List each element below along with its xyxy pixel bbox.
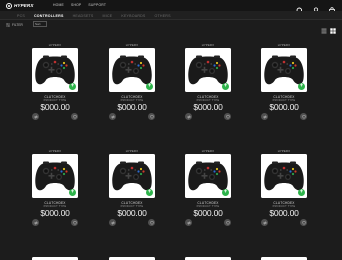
wishlist-button[interactable] (224, 113, 231, 120)
compare-button[interactable] (261, 113, 268, 120)
compare-icon (110, 114, 115, 119)
compare-icon (33, 220, 38, 225)
product-image[interactable]: + (32, 48, 78, 92)
tab-mice[interactable]: MICE (103, 14, 113, 18)
wishlist-button[interactable] (71, 113, 78, 120)
nav-item-support[interactable]: SUPPORT (88, 3, 106, 7)
brand-name: HYPERX (14, 3, 34, 8)
cart-icon[interactable] (328, 2, 336, 15)
tab-keyboards[interactable]: KEYBOARDS (121, 14, 145, 18)
product-price: $000.00 (193, 208, 223, 218)
filter-icon (6, 23, 10, 26)
add-to-cart-button[interactable]: + (222, 189, 229, 196)
nav-item-home[interactable]: HOME (53, 3, 64, 7)
compare-button[interactable] (109, 113, 116, 120)
tab-controllers[interactable]: CONTROLLERS (34, 14, 64, 18)
product-brand: HYPERX (48, 44, 62, 47)
heart-icon (301, 114, 306, 119)
add-to-cart-button[interactable]: + (146, 83, 153, 90)
product-image[interactable]: + (109, 154, 155, 198)
product-brand: HYPERX (201, 150, 215, 153)
wishlist-button[interactable] (300, 219, 307, 226)
product-brand: HYPERX (277, 44, 291, 47)
compare-button[interactable] (185, 113, 192, 120)
product-price: $000.00 (193, 102, 223, 112)
compare-button[interactable] (32, 219, 39, 226)
nav-item-shop[interactable]: SHOP (71, 3, 81, 7)
product-brand: HYPERX (125, 150, 139, 153)
compare-icon (33, 114, 38, 119)
compare-button[interactable] (185, 219, 192, 226)
filter-button[interactable]: FILTER (6, 21, 23, 28)
sort-label: Sort (35, 22, 41, 26)
compare-button[interactable] (32, 113, 39, 120)
compare-icon (262, 220, 267, 225)
product-price: $000.00 (117, 208, 147, 218)
tab-pcs[interactable]: PCS (17, 14, 25, 18)
account-icon[interactable] (312, 2, 320, 15)
wishlist-button[interactable] (148, 113, 155, 120)
category-tabs: PCS CONTROLLERS HEADSETS MICE KEYBOARDS … (0, 11, 342, 20)
product-image[interactable]: + (261, 154, 307, 198)
product-brand: HYPERX (125, 44, 139, 47)
add-to-cart-button[interactable]: + (146, 189, 153, 196)
heart-icon (301, 220, 306, 225)
wishlist-button[interactable] (148, 219, 155, 226)
product-image[interactable]: + (261, 48, 307, 92)
heart-icon (149, 220, 154, 225)
heart-icon (149, 114, 154, 119)
heart-icon (72, 220, 77, 225)
add-to-cart-button[interactable]: + (69, 189, 76, 196)
heart-icon (225, 220, 230, 225)
compare-icon (262, 114, 267, 119)
filter-label: FILTER (12, 22, 23, 27)
product-image[interactable]: + (185, 154, 231, 198)
tab-others[interactable]: OTHERS (155, 14, 171, 18)
heart-icon (225, 114, 230, 119)
tab-headsets[interactable]: HEADSETS (73, 14, 94, 18)
logo-icon (6, 2, 12, 9)
product-image[interactable]: + (32, 154, 78, 198)
product-brand: HYPERX (48, 150, 62, 153)
product-price: $000.00 (40, 102, 70, 112)
compare-button[interactable] (261, 219, 268, 226)
main-nav: HOME SHOP SUPPORT (53, 3, 106, 7)
view-toggle (321, 21, 336, 34)
add-to-cart-button[interactable]: + (298, 189, 305, 196)
heart-icon (72, 114, 77, 119)
product-brand: HYPERX (201, 44, 215, 47)
product-price: $000.00 (117, 102, 147, 112)
add-to-cart-button[interactable]: + (222, 83, 229, 90)
add-to-cart-button[interactable]: + (69, 83, 76, 90)
grid-view-icon[interactable] (330, 21, 336, 34)
filter-bar: FILTER Sort (0, 20, 342, 34)
sort-dropdown[interactable]: Sort (33, 21, 47, 27)
wishlist-button[interactable] (300, 113, 307, 120)
brand-logo[interactable]: HYPERX (6, 2, 34, 9)
compare-icon (186, 114, 191, 119)
product-price: $000.00 (269, 102, 299, 112)
wishlist-button[interactable] (71, 219, 78, 226)
compare-button[interactable] (109, 219, 116, 226)
add-to-cart-button[interactable]: + (298, 83, 305, 90)
product-image[interactable]: + (109, 48, 155, 92)
product-brand: HYPERX (277, 150, 291, 153)
top-navigation-bar: HYPERX HOME SHOP SUPPORT (0, 0, 342, 15)
wishlist-button[interactable] (224, 219, 231, 226)
product-price: $000.00 (269, 208, 299, 218)
product-price: $000.00 (40, 208, 70, 218)
compare-icon (186, 220, 191, 225)
header-actions (296, 2, 336, 15)
list-view-icon[interactable] (321, 21, 327, 34)
product-image[interactable]: + (185, 48, 231, 92)
search-icon[interactable] (296, 2, 304, 15)
compare-icon (110, 220, 115, 225)
